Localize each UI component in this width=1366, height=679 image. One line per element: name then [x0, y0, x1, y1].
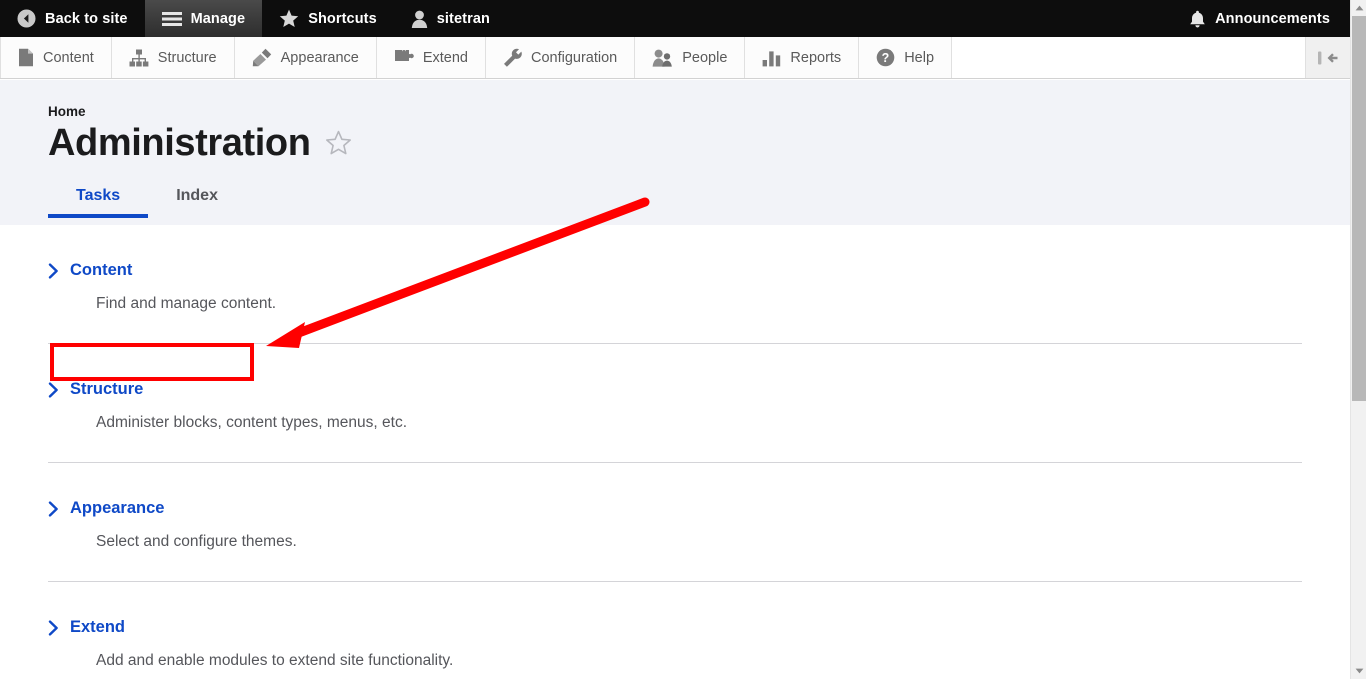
- toolbar-tray-item-configuration[interactable]: Configuration: [486, 37, 636, 78]
- toolbar-tray-item-structure[interactable]: Structure: [111, 37, 235, 78]
- question-circle-icon: ?: [876, 48, 895, 67]
- wrench-icon: [503, 48, 522, 67]
- scrollbar-thumb[interactable]: [1352, 16, 1366, 401]
- admin-item-description: Select and configure themes.: [96, 533, 297, 550]
- main-content: Content Find and manage content. Structu…: [0, 225, 1350, 679]
- toolbar-item-manage[interactable]: Manage: [144, 0, 263, 37]
- chevron-right-icon: [48, 381, 59, 398]
- admin-toolbar-primary: Back to site Manage Shortcuts sitetran A…: [0, 0, 1350, 37]
- star-outline-icon[interactable]: [325, 130, 352, 156]
- paintbrush-icon: [252, 48, 272, 67]
- sitemap-icon: [129, 49, 149, 67]
- puzzle-icon: [394, 49, 414, 67]
- admin-link-label: Content: [70, 261, 133, 279]
- admin-task-item: Extend Add and enable modules to extend …: [48, 581, 1302, 670]
- chevron-right-icon: [48, 619, 59, 636]
- toolbar-item-label: sitetran: [436, 10, 490, 27]
- toolbar-item-label: Announcements: [1215, 10, 1330, 27]
- scrollbar-up-button[interactable]: [1351, 0, 1366, 16]
- toolbar-tray-item-label: Extend: [422, 49, 468, 66]
- admin-task-item: Appearance Select and configure themes.: [48, 462, 1302, 551]
- toolbar-tray-item-label: Help: [904, 49, 935, 66]
- chevron-right-icon: [48, 500, 59, 517]
- page-tabs: Tasks Index: [48, 187, 246, 218]
- hamburger-icon: [161, 11, 182, 27]
- toolbar-item-shortcuts[interactable]: Shortcuts: [262, 0, 394, 37]
- toolbar-tray-item-label: Structure: [157, 49, 217, 66]
- admin-item-description: Add and enable modules to extend site fu…: [96, 652, 454, 669]
- toolbar-tray-item-appearance[interactable]: Appearance: [234, 37, 377, 78]
- admin-item-description: Administer blocks, content types, menus,…: [96, 414, 407, 431]
- toolbar-tray-item-help[interactable]: ? Help: [859, 37, 953, 78]
- toolbar-tray-item-reports[interactable]: Reports: [745, 37, 860, 78]
- bar-chart-icon: [762, 49, 781, 67]
- scrollbar-down-button[interactable]: [1351, 663, 1366, 679]
- svg-text:?: ?: [882, 51, 890, 65]
- collapse-toolbar-button[interactable]: [1305, 37, 1350, 78]
- admin-task-item: Structure Administer blocks, content typ…: [48, 343, 1302, 432]
- toolbar-tray-item-label: Configuration: [531, 49, 618, 66]
- admin-task-list: Content Find and manage content. Structu…: [48, 225, 1302, 679]
- admin-task-item: Content Find and manage content.: [48, 225, 1302, 313]
- page-header-band: Home Administration Tasks Index: [0, 80, 1350, 225]
- admin-link-appearance[interactable]: Appearance: [48, 494, 164, 523]
- breadcrumb[interactable]: Home: [48, 104, 86, 119]
- admin-link-label: Appearance: [70, 499, 165, 517]
- admin-link-extend[interactable]: Extend: [48, 613, 125, 642]
- toolbar-tray-item-label: People: [682, 49, 728, 66]
- people-icon: [652, 49, 673, 67]
- page-scrollbar[interactable]: [1350, 0, 1366, 679]
- bell-icon: [1189, 10, 1206, 28]
- admin-link-label: Extend: [70, 618, 126, 636]
- toolbar-tray-item-people[interactable]: People: [635, 37, 746, 78]
- admin-link-content[interactable]: Content: [48, 256, 132, 285]
- chevron-right-icon: [48, 262, 59, 279]
- page-title: Administration: [48, 122, 311, 164]
- toolbar-tray-item-label: Reports: [790, 49, 842, 66]
- page-title-row: Administration: [48, 124, 352, 162]
- collapse-toolbar-icon: [1316, 49, 1340, 67]
- toolbar-item-back-to-site[interactable]: Back to site: [0, 0, 145, 37]
- caret-down-icon: [1355, 668, 1363, 674]
- caret-up-icon: [1355, 5, 1363, 11]
- tab-index[interactable]: Index: [148, 187, 246, 218]
- admin-toolbar-secondary: Content Structure Appearance Extend Conf…: [0, 37, 1350, 79]
- toolbar-item-label: Shortcuts: [308, 10, 377, 27]
- browser-viewport: Back to site Manage Shortcuts sitetran A…: [0, 0, 1350, 679]
- back-circle-icon: [17, 9, 36, 28]
- tab-tasks[interactable]: Tasks: [48, 187, 148, 218]
- toolbar-item-label: Manage: [190, 10, 246, 27]
- toolbar-item-announcements[interactable]: Announcements: [1172, 0, 1350, 37]
- admin-link-structure[interactable]: Structure: [48, 375, 143, 404]
- toolbar-tray-filler: [952, 37, 1305, 78]
- star-icon: [279, 9, 299, 28]
- toolbar-tray-item-content[interactable]: Content: [0, 37, 112, 78]
- admin-item-description: Find and manage content.: [96, 295, 277, 312]
- toolbar-tray-item-extend[interactable]: Extend: [376, 37, 486, 78]
- page-icon: [18, 48, 34, 67]
- user-icon: [411, 10, 428, 28]
- toolbar-item-user-account[interactable]: sitetran: [394, 0, 507, 37]
- toolbar-tray-item-label: Content: [43, 49, 94, 66]
- toolbar-tray-item-label: Appearance: [280, 49, 359, 66]
- toolbar-item-label: Back to site: [45, 10, 128, 27]
- admin-link-label: Structure: [70, 380, 144, 398]
